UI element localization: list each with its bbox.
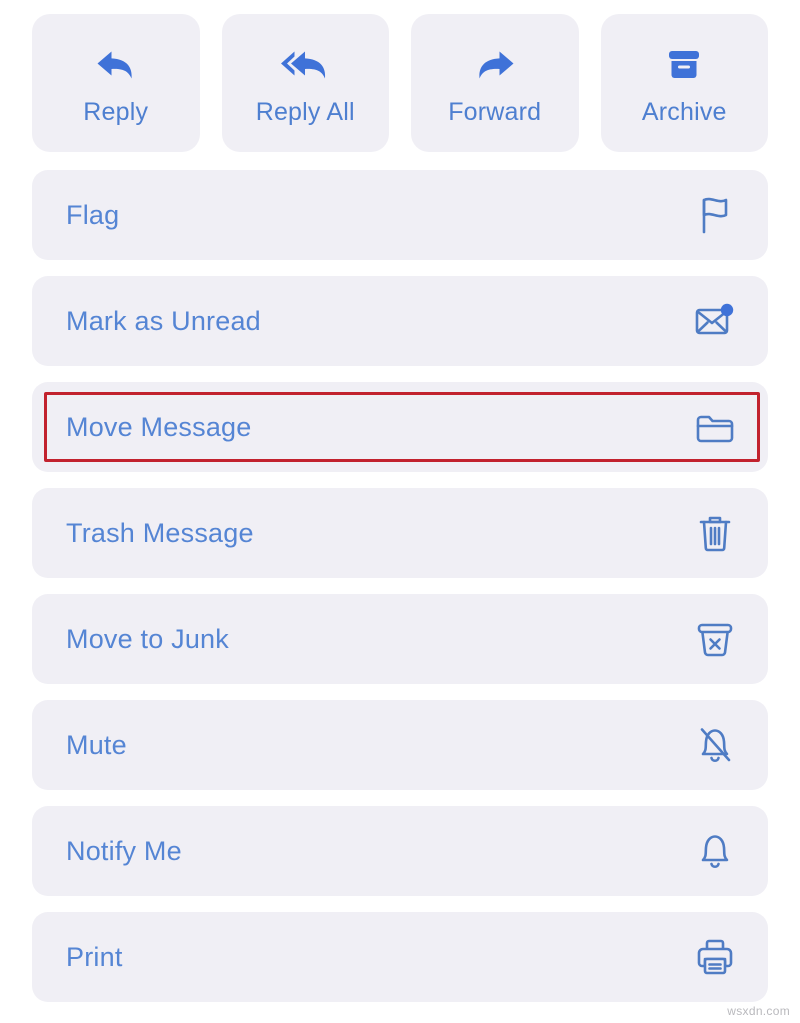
menu-rows-list: Flag Mark as Unread Move Message Trash M… xyxy=(32,170,768,1002)
reply-button[interactable]: Reply xyxy=(32,14,200,152)
junk-bin-x-icon xyxy=(692,616,738,662)
menu-row-flag[interactable]: Flag xyxy=(32,170,768,260)
printer-icon xyxy=(692,934,738,980)
quick-actions-row: Reply Reply All Forward Archive xyxy=(32,14,768,152)
menu-row-mark-as-unread-label: Mark as Unread xyxy=(66,305,261,336)
reply-arrow-icon xyxy=(93,42,139,88)
menu-row-flag-label: Flag xyxy=(66,199,120,230)
archive-button-label: Archive xyxy=(641,97,727,126)
menu-row-mute-label: Mute xyxy=(66,729,127,760)
menu-row-trash-message[interactable]: Trash Message xyxy=(32,488,768,578)
menu-row-notify-me-label: Notify Me xyxy=(66,835,182,866)
reply-all-button-label: Reply All xyxy=(255,97,355,126)
reply-all-arrow-icon xyxy=(279,42,331,88)
menu-row-print[interactable]: Print xyxy=(32,912,768,1002)
menu-row-move-message[interactable]: Move Message xyxy=(32,382,768,472)
forward-arrow-icon xyxy=(472,42,518,88)
menu-row-move-message-label: Move Message xyxy=(66,411,252,442)
menu-row-move-to-junk[interactable]: Move to Junk xyxy=(32,594,768,684)
menu-row-move-to-junk-label: Move to Junk xyxy=(66,623,229,654)
archive-button[interactable]: Archive xyxy=(600,14,768,152)
menu-row-mute[interactable]: Mute xyxy=(32,700,768,790)
mail-message-actions-menu: Reply Reply All Forward Archive Flag Mar… xyxy=(0,0,800,1023)
menu-row-trash-message-label: Trash Message xyxy=(66,517,254,548)
watermark: wsxdn.com xyxy=(727,1004,790,1018)
forward-button[interactable]: Forward xyxy=(411,14,579,152)
menu-row-print-label: Print xyxy=(66,941,123,972)
archive-box-icon xyxy=(663,42,705,88)
reply-button-label: Reply xyxy=(83,97,149,126)
folder-icon xyxy=(692,404,738,450)
menu-row-notify-me[interactable]: Notify Me xyxy=(32,806,768,896)
bell-icon xyxy=(692,828,738,874)
flag-icon xyxy=(692,192,738,238)
reply-all-button[interactable]: Reply All xyxy=(221,14,389,152)
menu-row-mark-as-unread[interactable]: Mark as Unread xyxy=(32,276,768,366)
trash-icon xyxy=(692,510,738,556)
forward-button-label: Forward xyxy=(448,97,542,126)
envelope-badge-icon xyxy=(692,298,738,344)
bell-slash-icon xyxy=(692,722,738,768)
